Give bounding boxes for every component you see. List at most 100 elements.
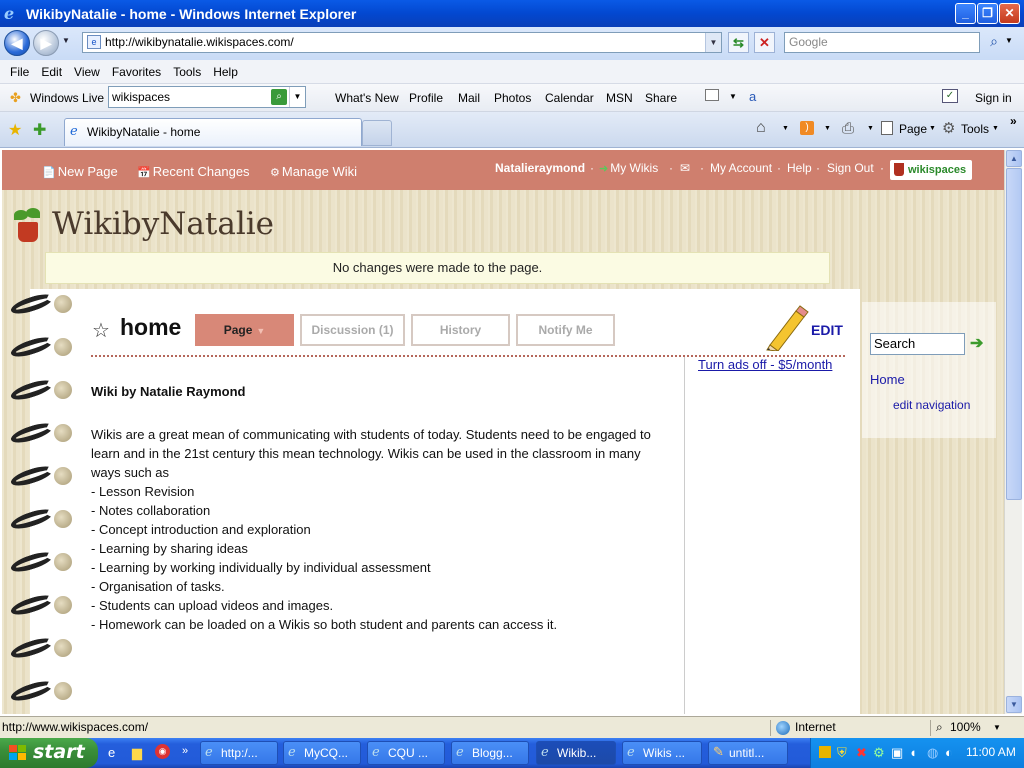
my-account-link[interactable]: My Account	[710, 161, 772, 175]
feeds-icon[interactable]: )	[800, 121, 814, 135]
my-wikis-link[interactable]: ➜ My Wikis	[599, 161, 658, 175]
menu-file[interactable]: File	[4, 65, 35, 79]
vertical-scrollbar[interactable]: ▲ ▼	[1004, 150, 1022, 714]
quicklaunch-more-icon[interactable]: »	[182, 745, 188, 757]
keyboard-dropdown-icon[interactable]: ▼	[729, 92, 737, 101]
live-search-go-icon[interactable]: ⌕	[271, 89, 287, 105]
shield-icon[interactable]: ⛨	[837, 745, 847, 761]
taskbar-item[interactable]: ✎ untitl...	[708, 741, 788, 765]
sign-out-link[interactable]: Sign Out	[827, 161, 874, 175]
stop-button[interactable]: ✕	[754, 32, 775, 53]
translate-icon[interactable]: a	[749, 89, 756, 104]
live-search-input[interactable]: wikispaces ⌕ ▼	[108, 86, 306, 108]
zoom-level[interactable]: 100%	[950, 717, 981, 738]
page-menu[interactable]: Page	[899, 122, 927, 136]
taskbar-item[interactable]: e Blogg...	[451, 741, 529, 765]
address-field[interactable]: e http://wikibynatalie.wikispaces.com/ ▼	[82, 32, 722, 53]
scroll-up-icon[interactable]: ▲	[1006, 150, 1022, 167]
menu-edit[interactable]: Edit	[35, 65, 68, 79]
link-mail[interactable]: Mail	[458, 91, 480, 105]
quicklaunch-media-icon[interactable]: ◉	[155, 744, 170, 759]
print-icon[interactable]: ⎙	[842, 120, 854, 137]
search-icon[interactable]: ⌕	[984, 33, 1004, 52]
ads-off-link[interactable]: Turn ads off - $5/month	[698, 357, 832, 372]
link-photos[interactable]: Photos	[494, 91, 531, 105]
close-button[interactable]: ✕	[999, 3, 1020, 24]
link-whats-new[interactable]: What's New	[335, 91, 399, 105]
menu-tools[interactable]: Tools	[167, 65, 207, 79]
menu-favorites[interactable]: Favorites	[106, 65, 167, 79]
menu-help[interactable]: Help	[207, 65, 244, 79]
tab-page[interactable]: Page ▼	[195, 314, 294, 346]
start-button[interactable]: start	[0, 738, 98, 768]
tray-app-icon[interactable]	[819, 746, 831, 758]
tools-dropdown-icon[interactable]: ▼	[992, 125, 999, 132]
taskbar-item[interactable]: e CQU ...	[367, 741, 445, 765]
link-share[interactable]: Share	[645, 91, 677, 105]
edit-link[interactable]: EDIT	[811, 322, 843, 338]
site-title[interactable]: WikibyNatalie	[52, 206, 274, 242]
quicklaunch-folder-icon[interactable]: ▆	[132, 745, 142, 761]
wiki-search-input[interactable]: Search	[870, 333, 965, 355]
search-input[interactable]: Google	[784, 32, 980, 53]
wikispaces-logo[interactable]: wikispaces	[890, 160, 972, 180]
taskbar-item[interactable]: e Wikis ...	[622, 741, 702, 765]
pencil-icon[interactable]	[764, 305, 810, 351]
address-dropdown-icon[interactable]: ▼	[705, 33, 721, 52]
taskbar-item[interactable]: e http:/...	[200, 741, 278, 765]
edit-navigation-link[interactable]: edit navigation	[893, 398, 970, 412]
minimize-button[interactable]: _	[955, 3, 976, 24]
page-dropdown-icon[interactable]: ▼	[929, 125, 936, 132]
tray-misc-icon[interactable]: ◐	[945, 745, 953, 760]
scroll-down-icon[interactable]: ▼	[1006, 696, 1022, 713]
taskbar-item-active[interactable]: e Wikib...	[536, 741, 616, 765]
volume-icon[interactable]: ◖	[909, 745, 917, 760]
recent-changes-link[interactable]: 📅 Recent Changes	[137, 164, 250, 179]
tray-misc-icon[interactable]: ◍	[927, 745, 938, 761]
help-link[interactable]: Help	[787, 161, 812, 175]
scroll-thumb[interactable]	[1006, 168, 1022, 500]
keyboard-icon[interactable]	[705, 89, 719, 101]
feeds-dropdown-icon[interactable]: ▼	[824, 125, 831, 132]
link-msn[interactable]: MSN	[606, 91, 633, 105]
new-page-link[interactable]: 📄 New Page	[42, 164, 118, 179]
network-icon[interactable]: ⚙	[873, 745, 885, 761]
star-icon[interactable]: ☆	[92, 318, 110, 343]
tab-notify-me[interactable]: Notify Me	[516, 314, 615, 346]
link-profile[interactable]: Profile	[409, 91, 443, 105]
refresh-button[interactable]: ⇆	[728, 32, 749, 53]
home-dropdown-icon[interactable]: ▼	[782, 125, 789, 132]
back-button[interactable]: ◀	[4, 30, 30, 56]
tab-history[interactable]: History	[411, 314, 510, 346]
username-link[interactable]: Natalieraymond	[495, 161, 585, 175]
chevron-more-icon[interactable]: »	[1010, 114, 1017, 128]
live-search-dropdown-icon[interactable]: ▼	[289, 87, 305, 107]
tab-discussion[interactable]: Discussion (1)	[300, 314, 405, 346]
forward-button[interactable]: ▶	[33, 30, 59, 56]
search-go-arrow-icon[interactable]: ➔	[970, 336, 986, 352]
tools-menu[interactable]: Tools	[961, 122, 989, 136]
clock[interactable]: 11:00 AM	[966, 745, 1016, 759]
nav-home-link[interactable]: Home	[870, 372, 905, 387]
mail-icon[interactable]: ✉	[680, 161, 690, 175]
home-icon[interactable]: ⌂	[756, 119, 766, 137]
tray-alert-icon[interactable]: ✖	[856, 745, 867, 761]
taskbar-item[interactable]: e MyCQ...	[283, 741, 361, 765]
search-options-icon[interactable]: ▼	[1005, 36, 1013, 45]
maximize-button[interactable]: ❐	[977, 3, 998, 24]
history-dropdown-icon[interactable]: ▼	[62, 36, 70, 45]
windows-live-label[interactable]: Windows Live	[30, 91, 104, 105]
quicklaunch-ie-icon[interactable]: e	[108, 745, 115, 760]
add-favorite-icon[interactable]: ✚	[33, 120, 46, 140]
zoom-dropdown-icon[interactable]: ▼	[993, 717, 1001, 738]
favorites-star-icon[interactable]: ★	[8, 120, 22, 140]
sign-in-link[interactable]: Sign in	[975, 91, 1012, 105]
manage-wiki-link[interactable]: ⚙ Manage Wiki	[270, 164, 357, 179]
checkbox-icon[interactable]: ✓	[942, 89, 958, 103]
monitor-icon[interactable]: ▣	[891, 745, 903, 761]
new-tab-button[interactable]	[362, 120, 392, 146]
tab-wikibynatalie[interactable]: e WikibyNatalie - home	[64, 118, 362, 146]
menu-view[interactable]: View	[68, 65, 106, 79]
link-calendar[interactable]: Calendar	[545, 91, 594, 105]
print-dropdown-icon[interactable]: ▼	[867, 125, 874, 132]
